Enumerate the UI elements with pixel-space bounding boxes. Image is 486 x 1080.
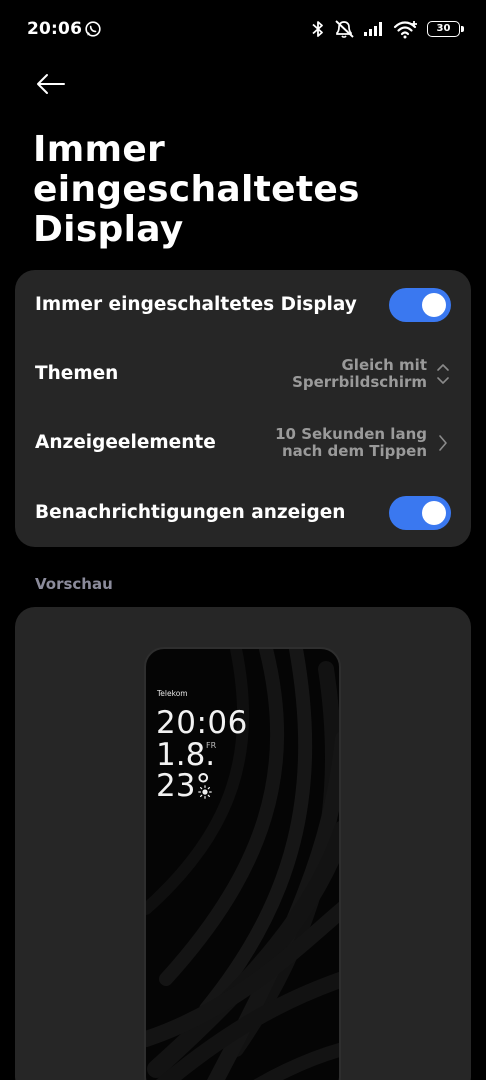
sun-icon [198, 785, 212, 799]
battery-level: 30 [436, 23, 451, 34]
preview-section-header: Vorschau [35, 575, 113, 593]
display-elements-label: Anzeigeelemente [35, 432, 216, 453]
display-elements-row[interactable]: Anzeigeelemente 10 Sekunden lang nach de… [15, 408, 471, 477]
signal-icon [364, 22, 382, 36]
whatsapp-icon [85, 21, 101, 37]
notifications-label: Benachrichtigungen anzeigen [35, 502, 346, 523]
status-icons: 30 [311, 18, 464, 40]
toggle-knob [422, 292, 446, 317]
settings-card: Immer eingeschaltetes Display Themen Gle… [15, 270, 471, 547]
notifications-row[interactable]: Benachrichtigungen anzeigen [15, 478, 471, 547]
back-button[interactable] [30, 64, 70, 104]
status-bar: 20:06 30 [0, 0, 486, 60]
preview-carrier: Telekom [157, 689, 188, 698]
page-title: Immer eingeschaltetes Display [33, 129, 360, 250]
preview-card: Telekom 20:06 1.8. FR 23° [15, 607, 471, 1080]
always-on-label: Immer eingeschaltetes Display [35, 294, 357, 315]
preview-time: 20:06 [156, 705, 248, 741]
chevron-right-icon [435, 429, 451, 457]
themes-label: Themen [35, 363, 119, 384]
updown-chevron-icon [435, 360, 451, 388]
always-on-row[interactable]: Immer eingeschaltetes Display [15, 270, 471, 339]
display-elements-value: 10 Sekunden lang nach dem Tippen [275, 424, 427, 460]
notifications-toggle[interactable] [389, 495, 451, 530]
always-on-toggle[interactable] [389, 287, 451, 322]
battery-icon: 30 [427, 21, 464, 37]
wifi-icon [393, 21, 417, 39]
preview-weekday: FR [206, 741, 217, 750]
aod-settings-screen: 20:06 30 Immer eingeschaltetes Display I… [0, 0, 486, 1080]
muted-icon [335, 20, 354, 38]
toggle-knob [422, 500, 446, 525]
back-arrow-icon [37, 74, 65, 94]
themes-value: Gleich mit Sperrbildschirm [292, 355, 427, 391]
themes-row[interactable]: Themen Gleich mit Sperrbildschirm [15, 339, 471, 408]
phone-preview: Telekom 20:06 1.8. FR 23° [144, 647, 341, 1080]
status-time: 20:06 [27, 19, 83, 39]
bluetooth-icon [312, 21, 323, 37]
